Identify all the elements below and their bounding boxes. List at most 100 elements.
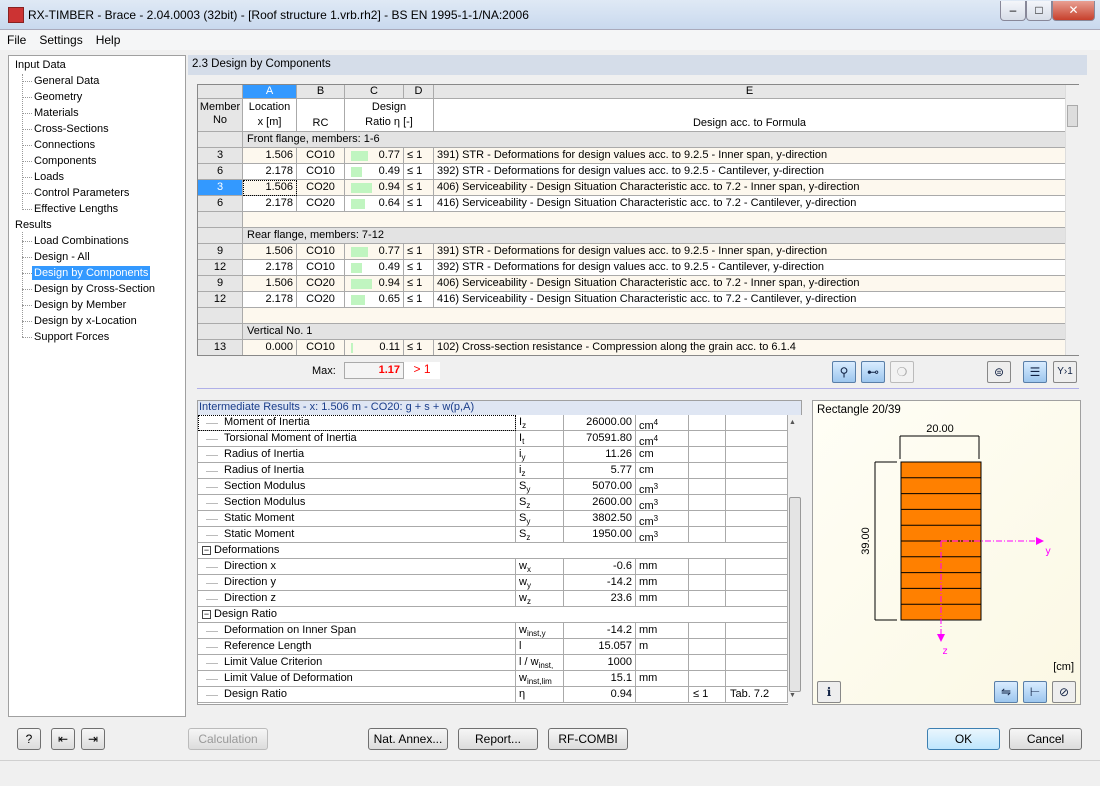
result-name[interactable]: Reference Length (198, 639, 516, 655)
scroll-thumb[interactable] (789, 497, 801, 692)
member-no-cell[interactable]: 13 (198, 340, 243, 355)
rc-cell[interactable]: CO20 (297, 196, 345, 212)
menu-settings[interactable]: Settings (32, 30, 88, 47)
scroll-down-arrow[interactable]: ▼ (789, 692, 796, 699)
nav-item-connections[interactable]: Connections (34, 138, 95, 152)
location-cell[interactable]: 2.178 (243, 260, 297, 276)
location-cell[interactable]: 1.506 (243, 148, 297, 164)
location-cell[interactable]: 0.000 (243, 340, 297, 355)
menu-help[interactable]: Help (89, 30, 127, 47)
column-letter-d[interactable]: D (404, 85, 434, 99)
compare-cell[interactable]: ≤ 1 (404, 244, 434, 260)
result-name[interactable]: Static Moment (198, 527, 516, 543)
minimize-button[interactable]: – (1000, 1, 1026, 21)
rc-cell[interactable]: CO20 (297, 276, 345, 292)
row-header[interactable] (198, 324, 243, 340)
nav-item-design-by-x-location[interactable]: Design by x-Location (34, 314, 137, 328)
ratio-cell[interactable]: 0.49 (345, 260, 404, 276)
maximize-button[interactable]: □ (1026, 1, 1052, 21)
nav-item-components[interactable]: Components (34, 154, 96, 168)
compare-cell[interactable]: ≤ 1 (404, 340, 434, 355)
location-cell[interactable]: 1.506 (243, 180, 297, 196)
rc-cell[interactable]: CO10 (297, 260, 345, 276)
nav-item-design-by-components[interactable]: Design by Components (32, 266, 151, 280)
filter-greater-1-icon[interactable]: Y›1 (1053, 361, 1077, 383)
rc-cell[interactable]: CO10 (297, 340, 345, 355)
column-letter-e[interactable]: E (434, 85, 1066, 99)
nav-header-input-data[interactable]: Input Data (15, 58, 66, 72)
formula-cell[interactable]: 406) Serviceability - Design Situation C… (434, 180, 1066, 196)
location-cell[interactable]: 1.506 (243, 244, 297, 260)
result-name[interactable]: Static Moment (198, 511, 516, 527)
rf-combi-button[interactable]: RF-COMBI (548, 728, 628, 750)
result-name[interactable]: Design Ratio (198, 687, 516, 703)
close-button[interactable]: ✕ (1052, 1, 1095, 21)
scroll-thumb[interactable] (1067, 105, 1078, 127)
member-no-cell[interactable]: 12 (198, 260, 243, 276)
nav-item-control-parameters[interactable]: Control Parameters (34, 186, 129, 200)
result-name[interactable]: Section Modulus (198, 495, 516, 511)
collapse-icon[interactable]: − (202, 610, 211, 619)
result-name[interactable]: Deformation on Inner Span (198, 623, 516, 639)
nav-item-effective-lengths[interactable]: Effective Lengths (34, 202, 118, 216)
compare-cell[interactable]: ≤ 1 (404, 292, 434, 308)
formula-cell[interactable]: 416) Serviceability - Design Situation C… (434, 196, 1066, 212)
compare-cell[interactable]: ≤ 1 (404, 148, 434, 164)
nav-item-design-all[interactable]: Design - All (34, 250, 90, 264)
result-name[interactable]: Limit Value Criterion (198, 655, 516, 671)
result-name[interactable]: Moment of Inertia (198, 415, 516, 431)
column-letter-c[interactable]: C (345, 85, 404, 99)
ratio-cell[interactable]: 0.77 (345, 148, 404, 164)
intermediate-scrollbar[interactable]: ▲ ▼ (788, 415, 802, 705)
compare-cell[interactable]: ≤ 1 (404, 276, 434, 292)
result-name[interactable]: Direction x (198, 559, 516, 575)
dimension-icon[interactable]: ⊢ (1023, 681, 1047, 703)
result-name[interactable]: Torsional Moment of Inertia (198, 431, 516, 447)
formula-cell[interactable]: 392) STR - Deformations for design value… (434, 164, 1066, 180)
collapse-icon[interactable]: − (202, 546, 211, 555)
row-header[interactable] (198, 308, 243, 324)
ratio-cell[interactable]: 0.77 (345, 244, 404, 260)
cancel-button[interactable]: Cancel (1009, 728, 1082, 750)
nav-item-geometry[interactable]: Geometry (34, 90, 82, 104)
row-header[interactable] (198, 132, 243, 148)
ratio-cell[interactable]: 0.65 (345, 292, 404, 308)
ratio-cell[interactable]: 0.94 (345, 180, 404, 196)
nav-item-loads[interactable]: Loads (34, 170, 64, 184)
compare-cell[interactable]: ≤ 1 (404, 260, 434, 276)
location-cell[interactable]: 2.178 (243, 292, 297, 308)
compare-cell[interactable]: ≤ 1 (404, 164, 434, 180)
column-letter-a[interactable]: A (243, 85, 297, 99)
import-button[interactable]: ⇤ (51, 728, 75, 750)
menu-file[interactable]: File (0, 30, 32, 47)
result-name[interactable]: Direction y (198, 575, 516, 591)
location-cell[interactable]: 2.178 (243, 196, 297, 212)
rc-cell[interactable]: CO10 (297, 244, 345, 260)
formula-cell[interactable]: 392) STR - Deformations for design value… (434, 260, 1066, 276)
member-no-cell[interactable]: 6 (198, 196, 243, 212)
nav-item-support-forces[interactable]: Support Forces (34, 330, 109, 344)
relationship-icon[interactable]: ❍ (890, 361, 914, 383)
formula-cell[interactable]: 416) Serviceability - Design Situation C… (434, 292, 1066, 308)
report-button[interactable]: Report... (458, 728, 538, 750)
export-button[interactable]: ⇥ (81, 728, 105, 750)
formula-cell[interactable]: 406) Serviceability - Design Situation C… (434, 276, 1066, 292)
result-name[interactable]: Radius of Inertia (198, 463, 516, 479)
result-name[interactable]: Limit Value of Deformation (198, 671, 516, 687)
show-axis-icon[interactable]: ⇋ (994, 681, 1018, 703)
view-mode-icon[interactable]: ⊜ (987, 361, 1011, 383)
nav-item-materials[interactable]: Materials (34, 106, 79, 120)
ratio-cell[interactable]: 0.11 (345, 340, 404, 355)
info-icon[interactable]: ℹ (817, 681, 841, 703)
member-no-cell[interactable]: 12 (198, 292, 243, 308)
show-member-icon[interactable]: ⚲ (832, 361, 856, 383)
help-button[interactable]: ? (17, 728, 41, 750)
formula-cell[interactable]: 391) STR - Deformations for design value… (434, 244, 1066, 260)
location-cell[interactable]: 2.178 (243, 164, 297, 180)
compare-cell[interactable]: ≤ 1 (404, 196, 434, 212)
table-scrollbar[interactable] (1065, 85, 1079, 355)
compare-cell[interactable]: ≤ 1 (404, 180, 434, 196)
row-header[interactable] (198, 212, 243, 228)
nat-annex-button[interactable]: Nat. Annex... (368, 728, 448, 750)
ratio-cell[interactable]: 0.49 (345, 164, 404, 180)
